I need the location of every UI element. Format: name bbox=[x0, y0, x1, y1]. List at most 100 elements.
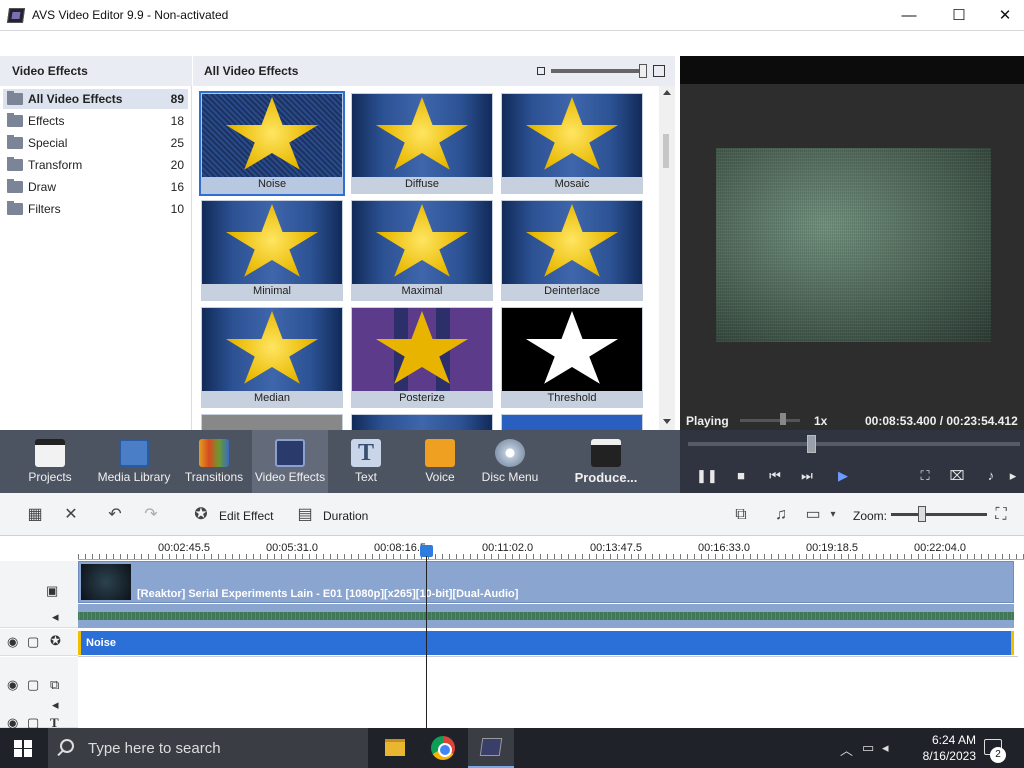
speaker-icon[interactable]: ◂ bbox=[52, 697, 59, 713]
taskbar-search[interactable]: Type here to search bbox=[48, 728, 368, 768]
seek-bar[interactable] bbox=[688, 442, 1020, 446]
thumbnail-size-slider[interactable] bbox=[551, 69, 643, 73]
disc-menu-button[interactable]: Disc Menu bbox=[478, 430, 542, 493]
fit-to-window-icon[interactable]: ⛶ bbox=[990, 505, 1012, 525]
effect-tile-partial[interactable] bbox=[351, 414, 493, 430]
volume-icon[interactable]: ♪ bbox=[982, 468, 1000, 484]
text-button[interactable]: T Text bbox=[336, 430, 396, 493]
small-thumbnail-icon[interactable] bbox=[537, 67, 545, 75]
star-icon bbox=[525, 97, 619, 170]
timeline-ruler[interactable]: 00:02:45.5 00:05:31.0 00:08:16.5 00:11:0… bbox=[78, 536, 1024, 560]
effect-label: Median bbox=[253, 392, 291, 404]
pause-icon[interactable]: ❚❚ bbox=[696, 468, 718, 484]
media-library-button[interactable]: Media Library bbox=[96, 430, 172, 493]
chevron-up-icon[interactable]: ︿ bbox=[840, 740, 853, 759]
speaker-icon[interactable]: ◂ bbox=[52, 609, 59, 625]
snapshot-icon[interactable]: ⌧ bbox=[948, 468, 966, 484]
star-icon bbox=[225, 204, 319, 277]
category-transform[interactable]: Transform 20 bbox=[3, 155, 188, 175]
file-explorer-taskbar-button[interactable] bbox=[372, 728, 418, 768]
effect-tile-mosaic[interactable]: Mosaic bbox=[501, 93, 643, 194]
playback-speed: 1x bbox=[814, 414, 828, 428]
maximize-button[interactable]: ☐ bbox=[936, 0, 982, 31]
window-title: AVS Video Editor 9.9 - Non-activated bbox=[32, 8, 229, 22]
effect-tile-minimal[interactable]: Minimal bbox=[201, 200, 343, 301]
audio-mixer-icon[interactable]: ♫ bbox=[770, 505, 792, 525]
seek-handle[interactable] bbox=[807, 435, 816, 453]
speed-slider-handle[interactable] bbox=[780, 413, 786, 425]
video-effects-button[interactable]: Video Effects bbox=[252, 430, 328, 493]
clapperboard-icon bbox=[35, 439, 65, 467]
category-special[interactable]: Special 25 bbox=[3, 133, 188, 153]
effect-tile-noise[interactable]: Noise bbox=[199, 91, 345, 196]
effect-clip[interactable]: Noise bbox=[78, 631, 1014, 655]
effect-tile-posterize[interactable]: Posterize bbox=[351, 307, 493, 408]
effects-grid-header: All Video Effects bbox=[193, 56, 675, 86]
effect-tile-partial[interactable] bbox=[501, 414, 643, 430]
effect-tile-partial[interactable] bbox=[201, 414, 343, 430]
category-draw[interactable]: Draw 16 bbox=[3, 177, 188, 197]
speed-slider[interactable] bbox=[740, 419, 800, 422]
effect-tile-threshold[interactable]: Threshold bbox=[501, 307, 643, 408]
display-mode-dropdown-icon[interactable]: ▾ bbox=[822, 505, 844, 525]
category-count: 89 bbox=[170, 92, 184, 106]
lock-icon[interactable]: ▢ bbox=[27, 677, 39, 693]
next-frame-icon[interactable]: ⏭ bbox=[798, 468, 816, 484]
avs-taskbar-button[interactable] bbox=[468, 728, 514, 768]
empty-overlay-track[interactable] bbox=[78, 656, 1018, 728]
category-effects[interactable]: Effects 18 bbox=[3, 111, 188, 131]
minimize-button[interactable]: — bbox=[886, 0, 932, 31]
volume-dropdown-icon[interactable]: ▸ bbox=[1006, 468, 1020, 484]
network-icon[interactable]: ▭ bbox=[862, 740, 874, 756]
category-filters[interactable]: Filters 10 bbox=[3, 199, 188, 219]
speaker-tray-icon[interactable]: ◂ bbox=[882, 740, 889, 756]
split-icon[interactable]: ⧉ bbox=[730, 505, 752, 525]
effect-thumbnail bbox=[352, 94, 492, 177]
duration-icon[interactable]: ▤ bbox=[294, 505, 316, 525]
previous-frame-icon[interactable]: ⏮ bbox=[766, 468, 784, 484]
audio-clip[interactable] bbox=[78, 604, 1014, 628]
stop-icon[interactable]: ■ bbox=[732, 468, 750, 484]
display-mode-icon[interactable]: ▭ bbox=[802, 505, 824, 525]
large-thumbnail-icon[interactable] bbox=[653, 65, 665, 77]
effects-category-panel: Video Effects All Video Effects 89 Effec… bbox=[0, 56, 192, 430]
effect-tile-deinterlace[interactable]: Deinterlace bbox=[501, 200, 643, 301]
video-clip[interactable]: [Reaktor] Serial Experiments Lain - E01 … bbox=[78, 561, 1014, 603]
effects-scrollbar[interactable] bbox=[659, 86, 675, 430]
effect-thumbnail bbox=[502, 201, 642, 284]
main-toolbar: Projects Media Library Transitions Video… bbox=[0, 430, 680, 493]
scroll-down-icon[interactable] bbox=[663, 419, 671, 424]
delete-icon[interactable]: ✕ bbox=[60, 505, 82, 525]
fullscreen-icon[interactable]: ⛶ bbox=[916, 468, 934, 484]
play-selection-icon[interactable]: ▶ bbox=[834, 468, 852, 484]
storyboard-toggle-icon[interactable]: ▦ bbox=[24, 505, 46, 525]
thumbnail-size-handle[interactable] bbox=[639, 64, 647, 78]
redo-icon[interactable]: ↷ bbox=[140, 505, 162, 525]
scrollbar-thumb[interactable] bbox=[663, 134, 669, 168]
projects-button[interactable]: Projects bbox=[14, 430, 86, 493]
lock-icon[interactable]: ▢ bbox=[27, 634, 39, 650]
taskbar-clock[interactable]: 6:24 AM 8/16/2023 bbox=[900, 732, 976, 764]
effect-tile-median[interactable]: Median bbox=[201, 307, 343, 408]
category-label: Draw bbox=[28, 180, 57, 194]
eye-icon[interactable]: ◉ bbox=[7, 677, 18, 693]
windows-start-icon[interactable] bbox=[14, 740, 32, 757]
voice-button[interactable]: Voice bbox=[410, 430, 470, 493]
duration-button[interactable]: Duration bbox=[323, 509, 368, 523]
produce-button[interactable]: Produce... bbox=[566, 430, 646, 493]
effect-thumbnail bbox=[202, 308, 342, 391]
effect-tile-diffuse[interactable]: Diffuse bbox=[351, 93, 493, 194]
effect-tile-maximal[interactable]: Maximal bbox=[351, 200, 493, 301]
category-all-video-effects[interactable]: All Video Effects 89 bbox=[3, 89, 188, 109]
audio-waveform bbox=[78, 612, 1014, 620]
zoom-slider[interactable] bbox=[891, 513, 987, 516]
edit-effect-button[interactable]: Edit Effect bbox=[219, 509, 273, 523]
undo-icon[interactable]: ↶ bbox=[104, 505, 126, 525]
transitions-button[interactable]: Transitions bbox=[180, 430, 248, 493]
chrome-taskbar-button[interactable] bbox=[420, 728, 466, 768]
zoom-handle[interactable] bbox=[918, 506, 926, 522]
scroll-up-icon[interactable] bbox=[663, 90, 671, 95]
close-button[interactable]: ✕ bbox=[982, 0, 1024, 31]
eye-icon[interactable]: ◉ bbox=[7, 634, 18, 650]
edit-effect-icon[interactable]: ✪ bbox=[190, 505, 212, 525]
